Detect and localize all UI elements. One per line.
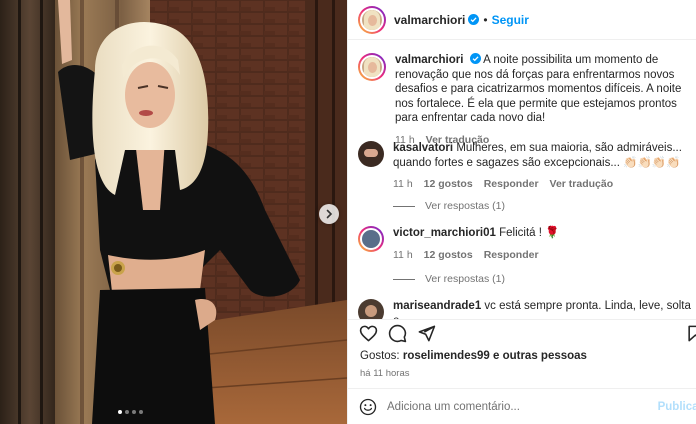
comments-list[interactable]: valmarchiori A noite possibilita um mome… [348, 41, 696, 319]
bookmark-icon[interactable] [686, 324, 696, 343]
avatar[interactable] [358, 226, 384, 252]
view-replies-label: Ver respostas (1) [425, 200, 505, 212]
heart-icon[interactable] [359, 324, 378, 343]
see-translation-link[interactable]: Ver tradução [550, 177, 614, 192]
caption: valmarchiori A noite possibilita um mome… [358, 53, 695, 147]
comment-time[interactable]: 11 h [393, 177, 413, 192]
carousel-dot [139, 410, 143, 414]
comment-likes[interactable]: 12 gostos [424, 248, 473, 263]
reply-button[interactable]: Responder [484, 177, 539, 192]
header-separator: • [483, 12, 488, 27]
carousel-indicator [118, 410, 143, 414]
comment-text: Felicitá ! 🌹 [499, 227, 560, 239]
comment-time[interactable]: 11 h [393, 248, 413, 263]
verified-badge-icon [469, 53, 481, 64]
likes-user[interactable]: roselimendes99 [403, 350, 490, 362]
emoji-icon[interactable] [359, 398, 377, 416]
photo-scene [0, 0, 347, 424]
carousel-dot [118, 410, 122, 414]
avatar[interactable] [358, 5, 386, 34]
comment-username[interactable]: victor_marchiori01 [393, 227, 496, 239]
comment-likes[interactable]: 12 gostos [424, 177, 473, 192]
likes-suffix[interactable]: e outras pessoas [493, 350, 587, 362]
avatar[interactable] [358, 53, 386, 81]
comment-item: victor_marchiori01 Felicitá ! 🌹 11 h 12 … [358, 226, 693, 262]
post-username[interactable]: valmarchiori [394, 13, 465, 27]
carousel-dot [125, 410, 129, 414]
follow-button[interactable]: Seguir [492, 13, 529, 27]
caption-username[interactable]: valmarchiori [395, 54, 463, 66]
comment-username[interactable]: kasalvatori [393, 142, 453, 154]
avatar[interactable] [358, 141, 384, 167]
post-sidebar: valmarchiori • Seguir valmarchiori A noi… [347, 0, 696, 424]
post-timestamp[interactable]: há 11 horas [360, 368, 409, 379]
post-header: valmarchiori • Seguir [348, 0, 696, 40]
carousel-dot [132, 410, 136, 414]
view-replies-button[interactable]: Ver respostas (1) [393, 200, 505, 212]
publish-button[interactable]: Publicar [658, 401, 696, 413]
carousel-next-button[interactable] [319, 204, 339, 224]
comment-username[interactable]: mariseandrade1 [393, 300, 481, 312]
chevron-right-icon [326, 209, 333, 219]
reply-button[interactable]: Responder [484, 248, 539, 263]
comment-icon[interactable] [388, 324, 407, 343]
share-icon[interactable] [417, 324, 436, 343]
action-bar [348, 319, 696, 343]
post-photo[interactable] [0, 0, 347, 424]
avatar[interactable] [358, 299, 384, 319]
add-comment-bar: Publicar [348, 388, 696, 424]
view-replies-label: Ver respostas (1) [425, 273, 505, 285]
likes-prefix: Gostos: [360, 350, 400, 362]
verified-badge-icon [468, 14, 480, 25]
view-replies-button[interactable]: Ver respostas (1) [393, 273, 505, 285]
comment-input[interactable] [387, 400, 637, 413]
comment-item: mariseandrade1 vc está sempre pronta. Li… [358, 299, 693, 319]
comment-item: kasalvatori Mulheres, em sua maioria, sã… [358, 141, 693, 192]
likes-summary[interactable]: Gostos: roselimendes99 e outras pessoas [360, 350, 587, 362]
